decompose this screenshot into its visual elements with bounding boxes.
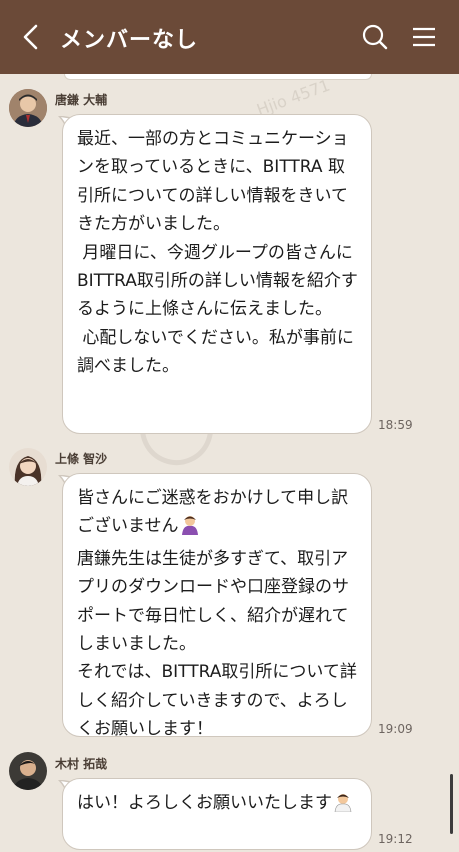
person-bowing-icon — [332, 790, 354, 821]
avatar[interactable] — [9, 752, 47, 790]
message-time: 19:12 — [378, 832, 413, 846]
menu-icon — [413, 27, 435, 47]
message-bubble[interactable]: はい！よろしくお願いいたします — [62, 778, 372, 850]
avatar-man-icon — [9, 752, 47, 790]
watermark-code: Hjio 4571 — [254, 75, 333, 120]
previous-bubble-edge — [64, 74, 372, 80]
menu-button[interactable] — [410, 22, 444, 56]
person-bowing-icon — [179, 513, 201, 544]
search-button[interactable] — [360, 22, 394, 56]
sender-name: 木村 拓哉 — [55, 757, 108, 771]
chat-area[interactable]: WikiFX Hjio 4571 唐鎌 大輔 最近、一部の方とコミュニケーション… — [0, 74, 459, 852]
message-text: 皆さんにご迷惑をおかけして申し訳ございません — [77, 488, 349, 537]
chevron-left-icon — [23, 24, 38, 50]
search-icon — [362, 24, 388, 50]
avatar[interactable] — [9, 448, 47, 486]
message-time: 19:09 — [378, 722, 413, 736]
message-time: 18:59 — [378, 418, 413, 432]
avatar-man-icon — [9, 89, 47, 127]
avatar-woman-icon — [9, 448, 47, 486]
avatar[interactable] — [9, 89, 47, 127]
sender-name: 唐鎌 大輔 — [55, 93, 108, 107]
chat-title: メンバーなし — [60, 28, 199, 53]
back-button[interactable] — [14, 20, 48, 54]
message-text-continued: 唐鎌先生は生徒が多すぎて、取引アプリのダウンロードや口座登録のサポートで毎日忙し… — [77, 548, 357, 740]
scrollbar[interactable] — [450, 774, 453, 834]
sender-name: 上條 智沙 — [55, 452, 108, 466]
message-bubble[interactable]: 皆さんにご迷惑をおかけして申し訳ございません 唐鎌先生は生徒が多すぎて、取引アプ… — [62, 473, 372, 740]
message-text: はい！よろしくお願いいたします — [77, 793, 332, 813]
message-bubble[interactable]: 最近、一部の方とコミュニケーションを取っているときに、BITTRA 取引所につい… — [62, 114, 372, 434]
chat-header: メンバーなし — [0, 0, 459, 74]
